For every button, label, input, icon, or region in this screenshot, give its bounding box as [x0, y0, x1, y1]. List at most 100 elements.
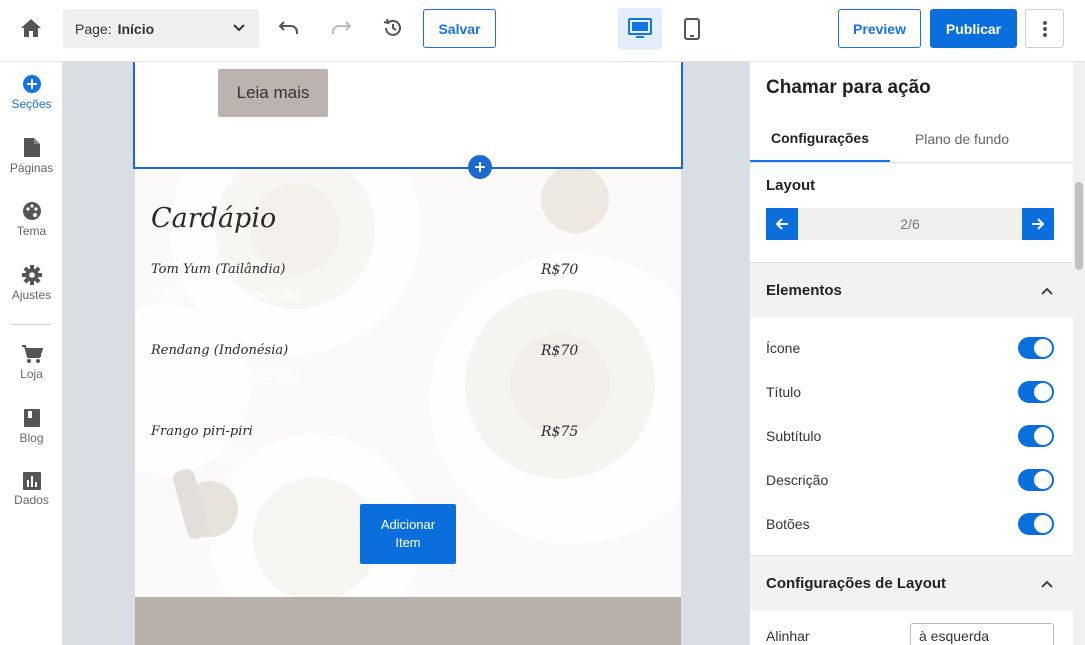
tab-configuracoes[interactable]: Configurações [750, 116, 890, 162]
sidebar-item-secoes[interactable]: Seções [0, 74, 63, 111]
element-toggle-row: Ícone [766, 333, 1054, 363]
tab-plano-de-fundo[interactable]: Plano de fundo [890, 116, 1034, 162]
toggle-label: Descrição [766, 472, 829, 488]
next-section-band[interactable] [135, 597, 681, 645]
cta-section-selected[interactable]: Leia mais [133, 62, 683, 169]
publish-button[interactable]: Publicar [930, 9, 1017, 48]
buttons-toggle[interactable] [1018, 513, 1054, 535]
toggle-label: Título [766, 384, 802, 400]
page-selector[interactable]: Page: Início [63, 9, 259, 48]
settings-panel: Chamar para ação Configurações Plano de … [749, 62, 1073, 645]
preview-button[interactable]: Preview [838, 9, 921, 48]
toggle-label: Ícone [766, 340, 801, 356]
undo-icon[interactable] [271, 10, 307, 46]
sidebar-divider [11, 324, 51, 325]
layout-pager: 2/6 [766, 208, 1054, 240]
desktop-view-button[interactable] [618, 8, 662, 50]
sidebar-item-label: Ajustes [11, 288, 52, 302]
add-section-button[interactable] [468, 155, 492, 179]
menu-item-description: Adicione uma descrição [151, 367, 300, 383]
align-label: Alinhar [766, 628, 810, 644]
subtitle-toggle[interactable] [1018, 425, 1054, 447]
read-more-button[interactable]: Leia mais [218, 69, 328, 117]
panel-title: Chamar para ação [766, 77, 931, 98]
plus-icon [475, 162, 485, 172]
toggle-knob [1034, 471, 1052, 489]
home-icon[interactable] [13, 10, 49, 46]
file-icon [23, 138, 40, 157]
sidebar-item-ajustes[interactable]: Ajustes [0, 265, 63, 302]
layout-label: Layout [766, 177, 816, 194]
menu-item-price: R$70 [541, 262, 579, 278]
menu-item-name: Tom Yum (Tailândia) [151, 262, 286, 277]
menu-item-description: Adicione uma descrição [151, 286, 300, 302]
history-icon[interactable] [375, 10, 411, 46]
mobile-view-button[interactable] [670, 8, 714, 50]
page-selector-value: Início [117, 20, 155, 37]
menu-item-description: Adicione uma descrição [151, 448, 300, 464]
menu-item-price: R$70 [541, 343, 579, 359]
page-selector-label: Page: [75, 20, 112, 37]
sidebar-item-label: Dados [14, 493, 49, 507]
description-toggle[interactable] [1018, 469, 1054, 491]
site-preview: Leia mais Cardápio Tom Yum (Tailândia) R… [133, 62, 683, 645]
menu-section[interactable]: Cardápio Tom Yum (Tailândia) R$70 Adicio… [135, 169, 681, 597]
save-button[interactable]: Salvar [423, 9, 496, 48]
palette-icon [22, 202, 41, 220]
gear-icon [21, 265, 42, 285]
layout-settings-heading: Configurações de Layout [766, 575, 947, 592]
layout-settings-section-header[interactable]: Configurações de Layout [750, 555, 1073, 611]
editor-canvas: Leia mais Cardápio Tom Yum (Tailândia) R… [63, 62, 749, 645]
chart-icon [22, 472, 41, 490]
arrow-right-icon [1032, 218, 1045, 230]
top-toolbar: Page: Início Salvar Preview Publicar [0, 0, 1085, 62]
panel-scrollbar[interactable] [1073, 62, 1085, 645]
chevron-down-icon [233, 24, 245, 32]
sidebar-item-tema[interactable]: Tema [0, 201, 63, 238]
element-toggle-row: Botões [766, 509, 1054, 539]
element-toggle-row: Subtítulo [766, 421, 1054, 451]
toggle-knob [1034, 427, 1052, 445]
toggle-label: Subtítulo [766, 428, 822, 444]
menu-item-name: Rendang (Indonésia) [151, 343, 289, 358]
left-sidebar: Seções Páginas Tema Ajustes Loja Blog Da… [0, 62, 63, 645]
element-toggle-row: Descrição [766, 465, 1054, 495]
icon-toggle[interactable] [1018, 337, 1054, 359]
elements-section-header[interactable]: Elementos [750, 262, 1073, 318]
sidebar-item-dados[interactable]: Dados [0, 472, 63, 507]
book-icon [23, 409, 40, 427]
tabs-divider [750, 162, 1073, 163]
menu-title: Cardápio [151, 203, 277, 234]
toggle-knob [1034, 383, 1052, 401]
more-vertical-icon [1042, 20, 1047, 37]
sidebar-item-label: Loja [20, 367, 43, 381]
layout-next-button[interactable] [1022, 208, 1054, 240]
align-select[interactable]: à esquerda [910, 623, 1054, 645]
add-item-label-line1: Adicionar [380, 517, 436, 532]
menu-item-price: R$75 [541, 424, 579, 440]
mobile-icon [684, 18, 700, 40]
align-select-value: à esquerda [919, 628, 990, 644]
toggle-label: Botões [766, 516, 810, 532]
layout-prev-button[interactable] [766, 208, 798, 240]
more-options-button[interactable] [1025, 9, 1064, 48]
desktop-icon [628, 18, 652, 38]
element-toggle-row: Título [766, 377, 1054, 407]
cart-icon [21, 345, 43, 363]
sidebar-item-blog[interactable]: Blog [0, 408, 63, 445]
arrow-left-icon [775, 218, 788, 230]
sidebar-item-label: Páginas [9, 161, 54, 175]
redo-icon[interactable] [323, 10, 359, 46]
title-toggle[interactable] [1018, 381, 1054, 403]
sidebar-item-label: Blog [19, 431, 44, 445]
add-item-button[interactable]: Adicionar Item [360, 504, 456, 564]
add-item-label-line2: Item [395, 535, 421, 550]
elements-heading: Elementos [766, 282, 842, 299]
sidebar-item-loja[interactable]: Loja [0, 344, 63, 381]
scrollbar-thumb[interactable] [1075, 182, 1083, 270]
sidebar-item-paginas[interactable]: Páginas [0, 137, 63, 175]
chevron-up-icon [1041, 287, 1053, 295]
sidebar-item-label: Tema [16, 224, 47, 238]
plus-circle-icon [22, 75, 41, 93]
menu-item-name: Frango piri-piri [151, 424, 253, 439]
